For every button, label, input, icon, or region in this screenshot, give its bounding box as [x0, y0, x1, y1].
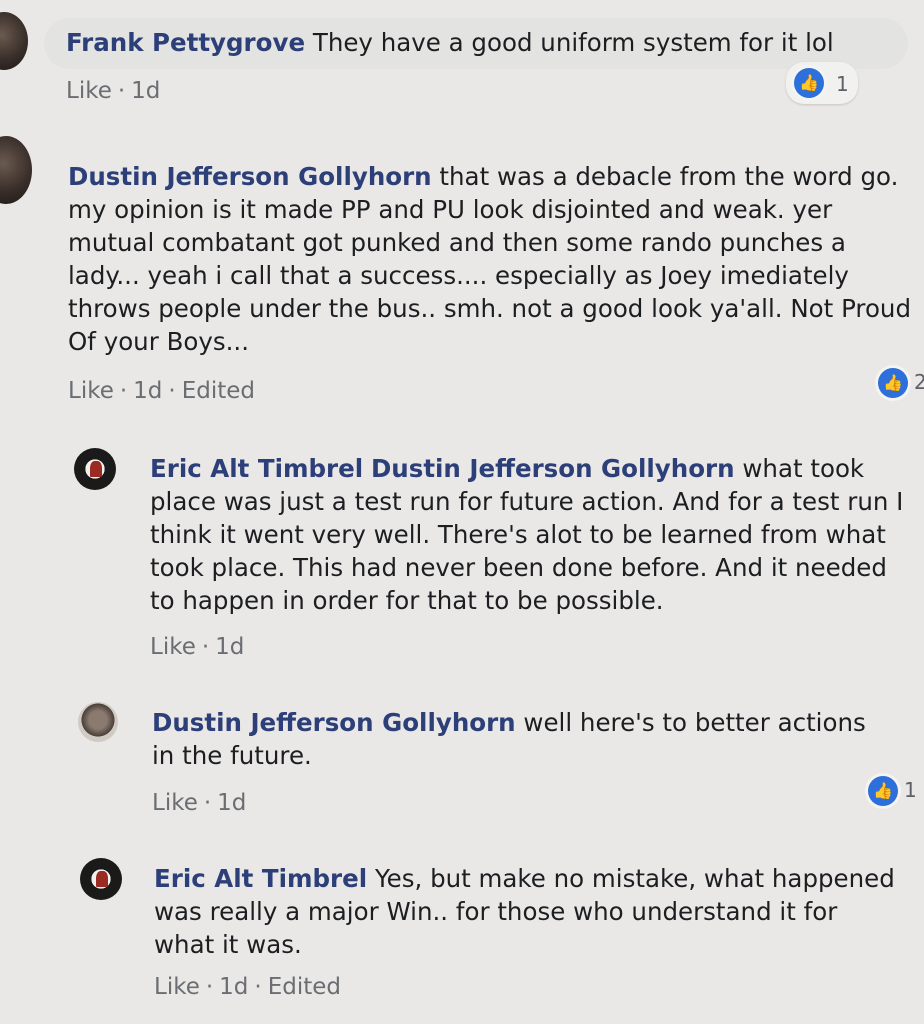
reaction-count: 1: [836, 72, 849, 96]
comment-actions: Like · 1d: [150, 634, 244, 660]
comment-bubble-frank: Frank Pettygrove They have a good unifor…: [44, 18, 908, 69]
like-link[interactable]: Like: [68, 378, 114, 404]
reply-body-eric: Eric Alt Timbrel Dustin Jefferson Gollyh…: [150, 452, 910, 617]
separator: ·: [203, 790, 212, 816]
separator: ·: [205, 974, 214, 1000]
comment-author[interactable]: Frank Pettygrove: [66, 28, 305, 57]
separator: ·: [119, 378, 128, 404]
comment-author[interactable]: Eric Alt Timbrel: [154, 864, 367, 893]
like-link[interactable]: Like: [66, 78, 112, 104]
mention-link[interactable]: Dustin Jefferson Gollyhorn: [371, 454, 735, 483]
separator: ·: [168, 378, 176, 404]
thumbs-up-icon: 👍: [794, 68, 824, 98]
separator: ·: [254, 974, 262, 1000]
timestamp[interactable]: 1d: [217, 790, 246, 816]
comment-actions: Like · 1d: [66, 78, 160, 104]
reply-body-eric-2: Eric Alt Timbrel Yes, but make no mistak…: [154, 862, 904, 961]
avatar-dustin[interactable]: [78, 702, 118, 742]
comment-body-dustin: Dustin Jefferson Gollyhorn that was a de…: [68, 160, 918, 358]
comment-author[interactable]: Dustin Jefferson Gollyhorn: [68, 162, 432, 191]
edited-label[interactable]: Edited: [182, 378, 255, 404]
comment-text: They have a good uniform system for it l…: [312, 28, 834, 57]
timestamp[interactable]: 1d: [133, 378, 162, 404]
thumbs-up-icon: 👍: [868, 776, 898, 806]
avatar-eric[interactable]: [74, 448, 116, 490]
comment-author[interactable]: Eric Alt Timbrel: [150, 454, 363, 483]
separator: ·: [201, 634, 210, 660]
comment-actions: Like · 1d · Edited: [68, 378, 255, 404]
avatar-dustin[interactable]: [0, 136, 32, 204]
avatar-frank[interactable]: [0, 12, 28, 70]
comment-actions: Like · 1d · Edited: [154, 974, 341, 1000]
reaction-count: 1: [904, 778, 917, 802]
reaction-count: 2: [914, 370, 924, 394]
reply-body-dustin: Dustin Jefferson Gollyhorn well here's t…: [152, 706, 892, 772]
like-link[interactable]: Like: [152, 790, 198, 816]
separator: ·: [117, 78, 126, 104]
edited-label[interactable]: Edited: [268, 974, 341, 1000]
like-link[interactable]: Like: [150, 634, 196, 660]
comment-author[interactable]: Dustin Jefferson Gollyhorn: [152, 708, 516, 737]
like-link[interactable]: Like: [154, 974, 200, 1000]
comment-text: that was a debacle from the word go. my …: [68, 162, 912, 356]
avatar-eric[interactable]: [80, 858, 122, 900]
comment-actions: Like · 1d: [152, 790, 246, 816]
thumbs-up-icon: 👍: [878, 368, 908, 398]
timestamp[interactable]: 1d: [215, 634, 244, 660]
timestamp[interactable]: 1d: [131, 78, 160, 104]
timestamp[interactable]: 1d: [219, 974, 248, 1000]
